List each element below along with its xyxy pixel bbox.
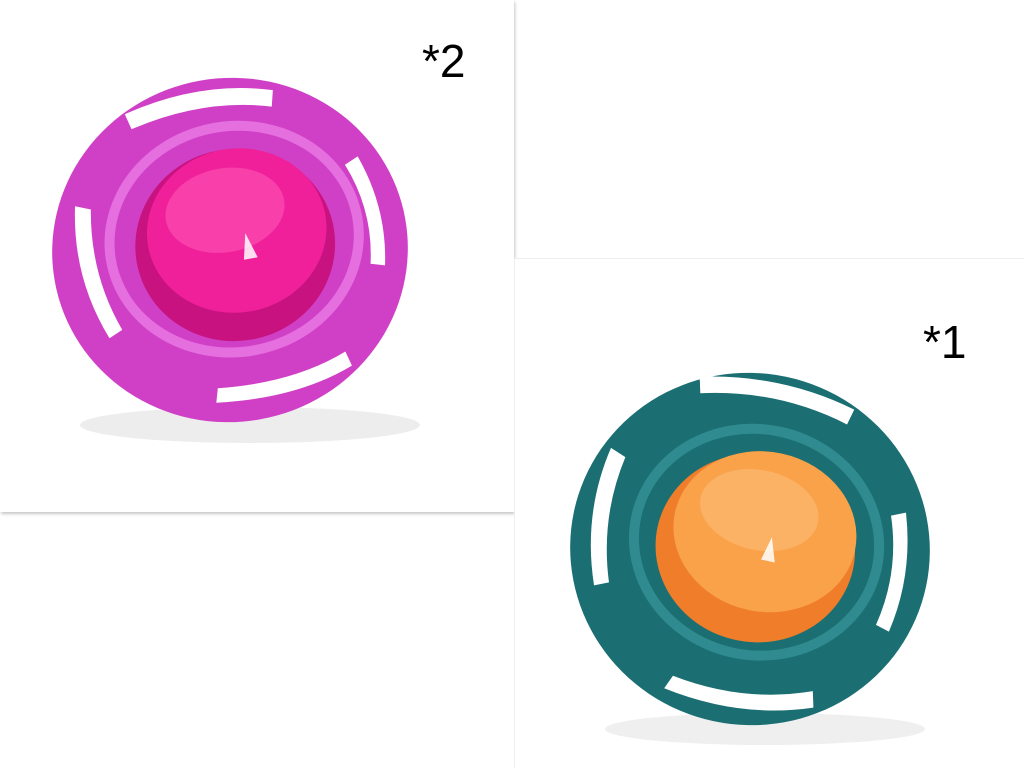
pink-bowl-label: *2 — [422, 35, 466, 87]
teal-bowl-label: *1 — [923, 316, 967, 368]
teal-bowl-panel: *1 — [514, 258, 1024, 768]
product-collage: *2 *1 — [0, 0, 1024, 768]
pink-bowl-panel: *2 — [0, 0, 514, 512]
